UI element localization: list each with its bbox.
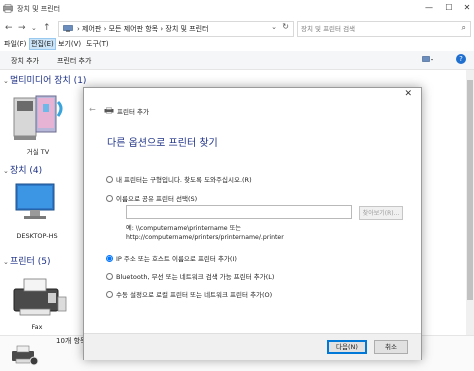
refresh-icon[interactable]: ↻ bbox=[282, 22, 289, 31]
dialog-back-icon[interactable]: ← bbox=[89, 105, 96, 114]
option-shared-printer[interactable]: 이름으로 공유 프린터 선택(S) bbox=[106, 193, 197, 203]
group-printers[interactable]: ⌄프린터 (5) bbox=[3, 254, 50, 267]
option-manual[interactable]: 수동 설정으로 로컬 프린터 또는 네트워크 프린터 추가(O) bbox=[106, 289, 272, 299]
close-window-button[interactable]: ✕ bbox=[462, 3, 472, 13]
browse-button[interactable]: 찾아보기(R)... bbox=[359, 206, 403, 220]
search-box[interactable]: ⌕ bbox=[297, 21, 471, 37]
maximize-button[interactable]: ☐ bbox=[444, 3, 454, 13]
menu-tools[interactable]: 도구(T) bbox=[85, 39, 110, 49]
minimize-button[interactable]: — bbox=[424, 3, 434, 13]
scrollbar-thumb[interactable] bbox=[467, 80, 473, 300]
dialog-footer: 다음(N) 취소 bbox=[84, 333, 421, 360]
help-icon[interactable]: ? bbox=[456, 54, 466, 64]
example-text: 예: \\computername\printername 또는 http://… bbox=[126, 224, 284, 242]
group-label: 멀티미디어 장치 (1) bbox=[10, 76, 87, 86]
cancel-button[interactable]: 취소 bbox=[374, 340, 408, 354]
breadcrumb[interactable]: › 제어판 › 모든 제어판 항목 › 장치 및 프린터 bbox=[77, 24, 208, 34]
option-label: 내 프린터는 구형입니다. 찾도록 도와주십시오.(R) bbox=[116, 176, 252, 184]
search-icon[interactable]: ⌕ bbox=[462, 23, 466, 33]
option-label: Bluetooth, 무선 또는 네트워크 검색 가능 프린터 추가(L) bbox=[116, 273, 275, 281]
item-count: 10개 항목 bbox=[56, 337, 87, 345]
shared-printer-name-input[interactable] bbox=[126, 205, 352, 219]
menu-bar: 파일(F) 편집(E) 보기(V) 도구(T) bbox=[0, 38, 474, 50]
add-printer-button[interactable]: 프린터 추가 bbox=[57, 56, 91, 66]
device-label: Fax bbox=[31, 323, 43, 331]
search-input[interactable] bbox=[301, 23, 449, 34]
collapse-chevron-icon[interactable]: ⌄ bbox=[3, 167, 10, 175]
content-scrollbar[interactable] bbox=[466, 70, 474, 335]
dialog-heading: 다른 옵션으로 프린터 찾기 bbox=[107, 138, 218, 149]
option-bluetooth[interactable]: Bluetooth, 무선 또는 네트워크 검색 가능 프린터 추가(L) bbox=[106, 271, 274, 281]
add-printer-dialog: ✕ ← 프린터 추가 다른 옵션으로 프린터 찾기 내 프린터는 구형입니다. … bbox=[83, 87, 422, 360]
group-label: 프린터 (5) bbox=[10, 257, 51, 267]
option-bluetooth-radio[interactable] bbox=[106, 273, 113, 280]
group-devices[interactable]: ⌄장치 (4) bbox=[3, 163, 42, 176]
dialog-title: 프린터 추가 bbox=[117, 108, 149, 116]
status-printer-icon bbox=[12, 345, 39, 366]
change-view-icon[interactable] bbox=[422, 56, 434, 64]
example-line: http://computername/printers/printername… bbox=[126, 234, 284, 241]
option-old-printer-radio[interactable] bbox=[106, 176, 113, 183]
device-label: DESKTOP-HS bbox=[16, 232, 58, 240]
printer-icon bbox=[104, 107, 114, 114]
option-shared-printer-radio[interactable] bbox=[106, 195, 113, 202]
option-old-printer[interactable]: 내 프린터는 구형입니다. 찾도록 도와주십시오.(R) bbox=[106, 174, 252, 184]
option-ip-address[interactable]: IP 주소 또는 호스트 이름으로 프린터 추가(I) bbox=[106, 253, 237, 263]
address-bar[interactable]: › 제어판 › 모든 제어판 항목 › 장치 및 프린터 ⌄ ↻ bbox=[58, 21, 294, 37]
example-line: 예: \\computername\printername 또는 bbox=[126, 225, 241, 232]
tv-device-icon[interactable] bbox=[10, 92, 66, 144]
up-icon[interactable]: ↑ bbox=[43, 22, 51, 34]
next-button[interactable]: 다음(N) bbox=[327, 340, 367, 354]
back-icon[interactable]: ← bbox=[5, 22, 13, 34]
devices-printers-icon bbox=[3, 4, 13, 13]
option-ip-address-radio[interactable] bbox=[106, 255, 113, 262]
forward-icon[interactable]: → bbox=[18, 22, 26, 34]
device-label: 거실 TV bbox=[26, 148, 50, 156]
add-device-button[interactable]: 장치 추가 bbox=[11, 56, 39, 66]
window-titlebar: 장치 및 프린터 — ☐ ✕ bbox=[0, 0, 474, 19]
collapse-chevron-icon[interactable]: ⌄ bbox=[3, 258, 10, 266]
option-label: IP 주소 또는 호스트 이름으로 프린터 추가(I) bbox=[116, 255, 237, 263]
computer-device-icon[interactable] bbox=[13, 180, 57, 224]
dialog-close-button[interactable]: ✕ bbox=[404, 89, 412, 99]
option-manual-radio[interactable] bbox=[106, 291, 113, 298]
option-label: 수동 설정으로 로컬 프린터 또는 네트워크 프린터 추가(O) bbox=[116, 291, 273, 299]
command-bar: 장치 추가 프린터 추가 ? bbox=[0, 51, 474, 70]
group-multimedia[interactable]: ⌄멀티미디어 장치 (1) bbox=[3, 73, 86, 86]
fax-device-icon[interactable] bbox=[10, 275, 68, 323]
menu-view[interactable]: 보기(V) bbox=[57, 39, 82, 49]
address-dropdown-icon[interactable]: ⌄ bbox=[271, 23, 277, 31]
group-label: 장치 (4) bbox=[10, 166, 43, 176]
option-label: 이름으로 공유 프린터 선택(S) bbox=[116, 195, 198, 203]
address-bar-row: ← → ⌄ ↑ › 제어판 › 모든 제어판 항목 › 장치 및 프린터 ⌄ ↻… bbox=[0, 18, 474, 38]
recent-locations-icon[interactable]: ⌄ bbox=[31, 22, 37, 34]
window-title: 장치 및 프린터 bbox=[17, 5, 61, 13]
menu-file[interactable]: 파일(F) bbox=[3, 39, 27, 49]
menu-edit[interactable]: 편집(E) bbox=[29, 38, 56, 50]
control-panel-icon bbox=[63, 25, 73, 32]
collapse-chevron-icon[interactable]: ⌄ bbox=[3, 77, 10, 85]
